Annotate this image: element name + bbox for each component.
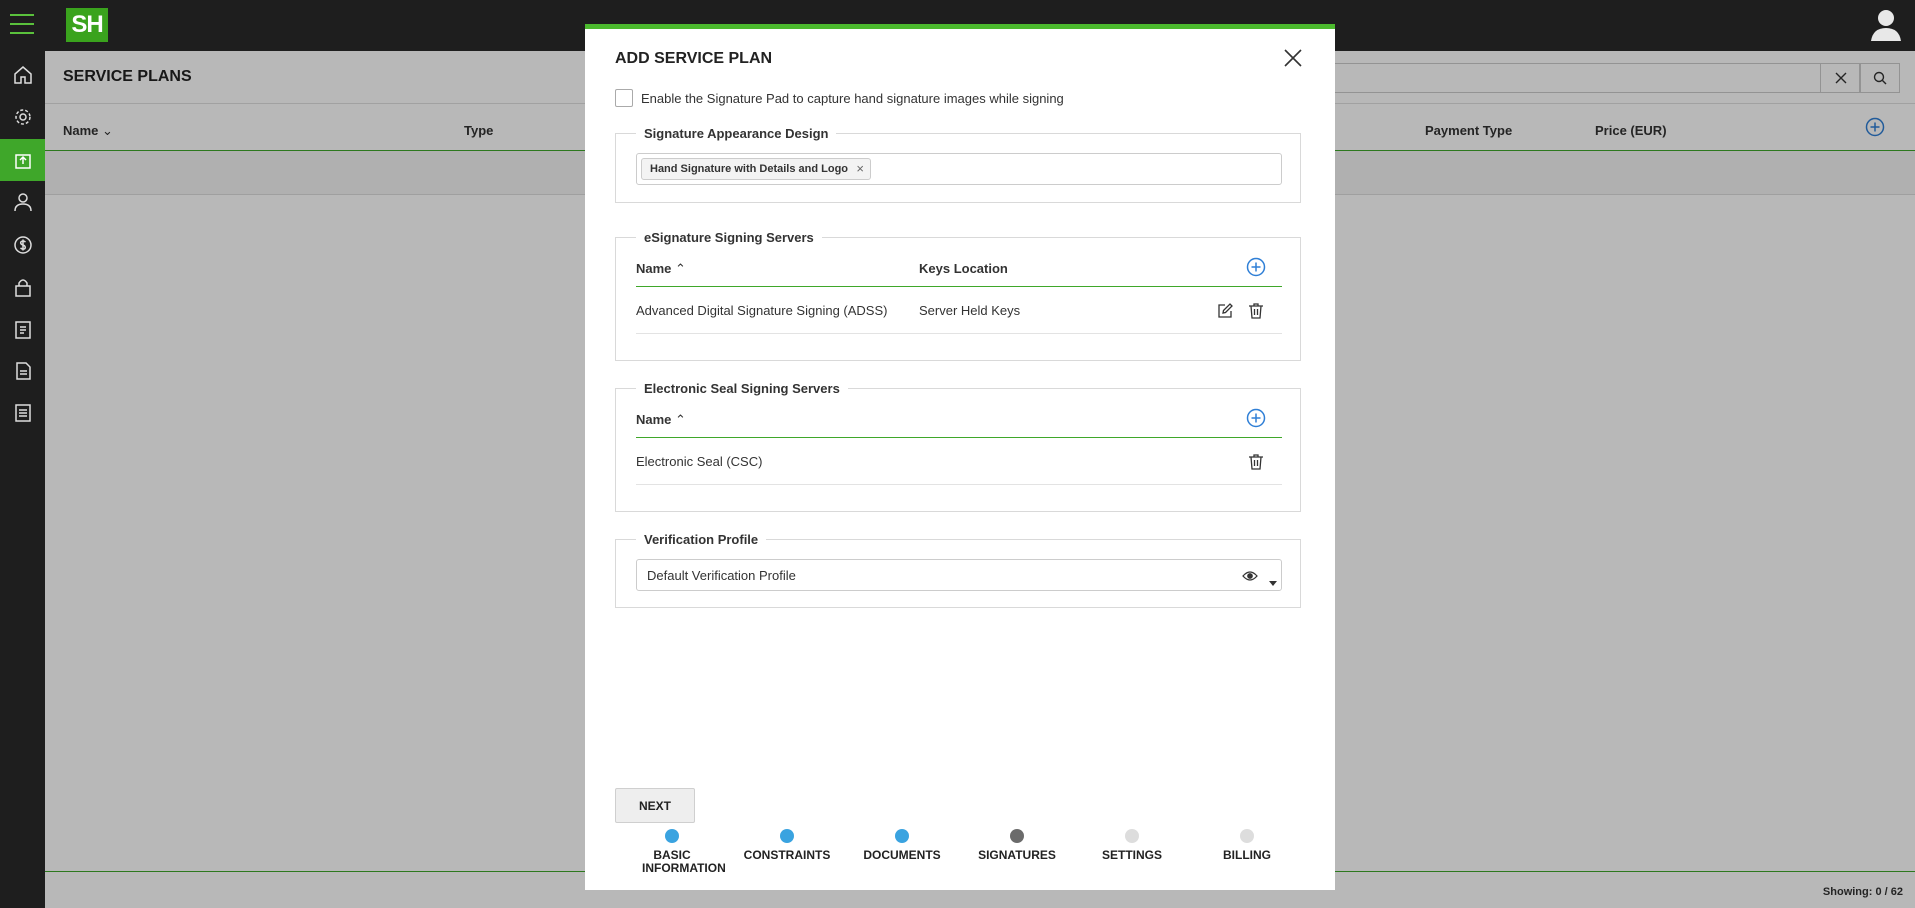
signature-appearance-section: Signature Appearance Design Hand Signatu…: [615, 126, 1301, 203]
table-row: Advanced Digital Signature Signing (ADSS…: [636, 288, 1282, 334]
eye-icon[interactable]: [1242, 569, 1258, 587]
modal-title: ADD SERVICE PLAN: [615, 50, 773, 67]
chevron-down-icon[interactable]: [1269, 573, 1277, 591]
add-service-plan-modal: ADD SERVICE PLAN Enable the Signature Pa…: [585, 24, 1335, 890]
hamburger-menu-icon[interactable]: [10, 14, 34, 36]
section-legend: eSignature Signing Servers: [644, 230, 814, 245]
col-header-name[interactable]: Name ⌃: [636, 261, 686, 277]
col-header-keys-location[interactable]: Keys Location: [919, 261, 1008, 276]
section-legend: Signature Appearance Design: [644, 126, 829, 141]
step-dot: [1125, 829, 1139, 843]
delete-trash-icon[interactable]: [1247, 302, 1265, 325]
delete-trash-icon[interactable]: [1247, 453, 1265, 476]
step-label: SETTINGS: [1101, 848, 1162, 862]
step-basic-information[interactable]: BASIC INFORMATION: [612, 829, 732, 875]
home-icon[interactable]: [0, 54, 45, 96]
step-dot: [895, 829, 909, 843]
verification-profile-section: Verification Profile Default Verificatio…: [615, 532, 1301, 608]
appearance-design-select[interactable]: Hand Signature with Details and Logo ×: [636, 153, 1282, 185]
step-settings[interactable]: SETTINGS: [1072, 829, 1192, 862]
left-nav: [0, 51, 45, 908]
col-header-name[interactable]: Name ⌃: [636, 412, 686, 428]
selected-tag: Hand Signature with Details and Logo ×: [641, 158, 872, 180]
remove-tag-icon[interactable]: ×: [856, 159, 864, 179]
server-name: Electronic Seal (CSC): [636, 454, 763, 469]
step-documents[interactable]: DOCUMENTS: [842, 829, 962, 862]
close-icon[interactable]: [1284, 49, 1304, 69]
selected-value: Default Verification Profile: [647, 568, 796, 583]
step-dot: [780, 829, 794, 843]
reports-clipboard-icon[interactable]: [0, 308, 45, 350]
users-icon[interactable]: [0, 181, 45, 223]
tag-label: Hand Signature with Details and Logo: [650, 163, 849, 175]
billing-dollar-icon[interactable]: [0, 224, 45, 266]
sort-up-icon: ⌃: [675, 261, 686, 276]
signature-pad-label: Enable the Signature Pad to capture hand…: [641, 90, 1064, 106]
logs-icon[interactable]: [0, 392, 45, 434]
electronic-seal-servers-section: Electronic Seal Signing Servers Name ⌃ E…: [615, 381, 1301, 512]
keys-location: Server Held Keys: [919, 303, 1021, 318]
step-label: CONSTRAINTS: [743, 848, 831, 862]
lock-icon[interactable]: [0, 266, 45, 308]
section-legend: Electronic Seal Signing Servers: [644, 381, 840, 396]
signature-pad-checkbox[interactable]: [615, 89, 633, 107]
verification-profile-select[interactable]: Default Verification Profile: [636, 559, 1282, 591]
app-logo: SH: [66, 8, 108, 42]
seal-table-header: Name ⌃: [636, 400, 1282, 438]
step-label: BILLING: [1223, 848, 1271, 862]
edit-icon[interactable]: [1216, 302, 1234, 325]
step-billing[interactable]: BILLING: [1187, 829, 1307, 862]
section-legend: Verification Profile: [644, 532, 759, 547]
step-signatures[interactable]: SIGNATURES: [957, 829, 1077, 862]
signature-pad-option: Enable the Signature Pad to capture hand…: [615, 89, 1064, 107]
esignature-servers-section: eSignature Signing Servers Name ⌃ Keys L…: [615, 230, 1301, 361]
server-name: Advanced Digital Signature Signing (ADSS…: [636, 303, 888, 318]
documents-icon[interactable]: [0, 350, 45, 392]
service-plans-icon[interactable]: [0, 139, 45, 181]
step-label: BASIC INFORMATION: [642, 848, 726, 875]
step-dot: [1010, 829, 1024, 843]
next-button[interactable]: NEXT: [615, 788, 695, 823]
wizard-stepper: BASIC INFORMATION CONSTRAINTS DOCUMENTS …: [615, 829, 1305, 879]
step-constraints[interactable]: CONSTRAINTS: [727, 829, 847, 862]
sort-up-icon: ⌃: [675, 412, 686, 427]
step-dot: [1240, 829, 1254, 843]
step-label: DOCUMENTS: [863, 848, 941, 862]
add-seal-server-icon[interactable]: [1246, 408, 1266, 433]
step-dot: [665, 829, 679, 843]
table-row: Electronic Seal (CSC): [636, 439, 1282, 485]
esig-table-header: Name ⌃ Keys Location: [636, 249, 1282, 287]
user-avatar-icon[interactable]: [1869, 7, 1903, 43]
settings-gear-icon[interactable]: [0, 96, 45, 138]
step-label: SIGNATURES: [978, 848, 1056, 862]
add-esig-server-icon[interactable]: [1246, 257, 1266, 282]
